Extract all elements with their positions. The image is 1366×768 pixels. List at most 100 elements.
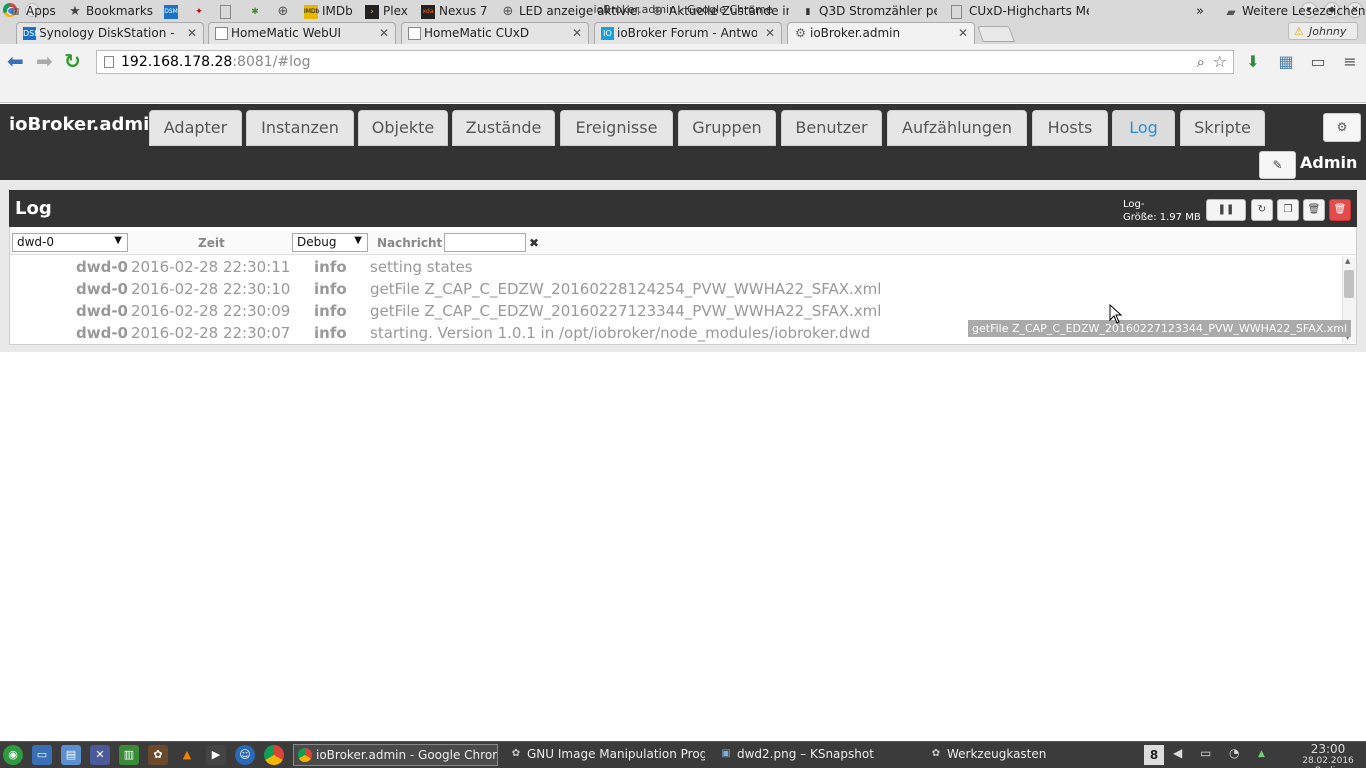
- delete-log-icon[interactable]: 🗑: [1329, 199, 1351, 221]
- bookmark-fritz[interactable]: ✦: [192, 4, 210, 20]
- forward-arrow-icon[interactable]: ➡: [36, 51, 53, 71]
- gimp-icon[interactable]: ✿: [148, 745, 168, 765]
- messenger-icon[interactable]: ☺: [235, 745, 255, 765]
- back-arrow-icon[interactable]: ⬅: [7, 51, 24, 71]
- bookmark-star-icon[interactable]: ☆: [1213, 52, 1227, 71]
- close-icon[interactable]: ✕: [187, 26, 197, 40]
- bookmark-bug[interactable]: ✱: [248, 4, 266, 20]
- task-ksnapshot[interactable]: ▣ dwd2.png – KSnapshot: [715, 744, 915, 766]
- code-editor-icon[interactable]: ✕: [90, 745, 110, 765]
- bookmark-page[interactable]: [220, 4, 238, 20]
- page-icon: [104, 56, 114, 68]
- tab-ereignisse[interactable]: Ereignisse: [560, 110, 673, 146]
- tab-log[interactable]: Log: [1112, 110, 1175, 146]
- dropdown-arrow-icon: ▼: [114, 235, 122, 246]
- edit-pencil-icon[interactable]: ✎: [1259, 151, 1296, 179]
- files-icon[interactable]: ▥: [119, 745, 139, 765]
- current-user: Admin: [1300, 153, 1358, 172]
- tab-hosts[interactable]: Hosts: [1032, 110, 1108, 146]
- volume-icon[interactable]: ◀: [1173, 746, 1182, 760]
- refresh-icon[interactable]: ↻: [1251, 199, 1273, 221]
- extension-icon[interactable]: ▦: [1276, 52, 1296, 72]
- scroll-up-icon[interactable]: ▲: [1345, 257, 1350, 265]
- battery-icon[interactable]: ▭: [1200, 746, 1211, 760]
- clear-filter-icon[interactable]: ✖: [529, 236, 539, 250]
- warning-icon: ⚠: [1294, 25, 1304, 38]
- profile-button[interactable]: ⚠ Johnny: [1288, 22, 1358, 40]
- bookmark-zustaende[interactable]: ⊕ Aktuelle Zustände in I: [651, 4, 789, 20]
- plex-icon: ›: [365, 5, 379, 19]
- tab-skripte[interactable]: Skripte: [1180, 110, 1265, 146]
- source-filter-select[interactable]: dwd-0 ▼: [12, 233, 128, 252]
- bookmark-apps[interactable]: ▦ Apps: [8, 4, 56, 20]
- task-gimp[interactable]: ✿ GNU Image Manipulation Progr: [505, 744, 705, 766]
- tab-aufzaehlungen[interactable]: Aufzählungen: [887, 110, 1027, 146]
- message-filter-input[interactable]: [444, 233, 526, 252]
- tray-expand-icon[interactable]: ▲: [1258, 749, 1265, 759]
- tab-adapter[interactable]: Adapter: [149, 110, 242, 146]
- bookmark-nexus[interactable]: xda Nexus 7: [421, 4, 488, 20]
- address-bar[interactable]: 192.168.178.28:8081/#log ⌕ ☆: [96, 50, 1234, 74]
- clear-log-icon[interactable]: 🗑: [1303, 199, 1325, 221]
- other-bookmarks[interactable]: ▰ Weitere Lesezeichen: [1224, 4, 1365, 20]
- close-icon[interactable]: ✕: [958, 26, 968, 40]
- page-icon: [220, 5, 231, 19]
- settings-gear-icon[interactable]: ⚙: [1323, 113, 1361, 142]
- clock[interactable]: 23:00 28.02.2016 Berlin: [1294, 742, 1362, 768]
- download-icon[interactable]: ⬇: [1243, 52, 1263, 72]
- start-menu-icon[interactable]: ◉: [3, 745, 23, 765]
- plus-circle-icon: ⊕: [277, 4, 289, 19]
- bookmark-cuxd[interactable]: CUxD-Highcharts Mer: [951, 4, 1089, 20]
- task-chrome[interactable]: ioBroker.admin - Google Chrom: [293, 744, 498, 766]
- level-filter-select[interactable]: Debug ▼: [292, 233, 368, 252]
- imdb-icon: IMDb: [304, 5, 319, 19]
- tab-benutzer[interactable]: Benutzer: [781, 110, 882, 146]
- close-icon[interactable]: ✕: [379, 26, 389, 40]
- bookmark-q3d[interactable]: ▮ Q3D Stromzähler per: [801, 4, 937, 20]
- message-tooltip: getFile Z_CAP_C_EDZW_20160227123344_PVW_…: [968, 320, 1352, 337]
- bookmark-led[interactable]: ⊕ LED anzeige aktiviere: [501, 4, 639, 20]
- pause-button[interactable]: ❚❚: [1206, 199, 1246, 221]
- bookmarks-overflow-button[interactable]: »: [1196, 4, 1204, 20]
- bookmark-plus[interactable]: ⊕: [276, 4, 294, 20]
- task-werkzeugkasten[interactable]: ✿ Werkzeugkasten: [925, 744, 1125, 766]
- url-host: 192.168.178.28: [121, 54, 233, 70]
- zoom-icon[interactable]: ⌕: [1197, 53, 1205, 71]
- close-icon[interactable]: ✕: [765, 26, 775, 40]
- chrome-icon[interactable]: [264, 745, 284, 765]
- screen: ioBroker.admin - Google Chrome ▾ ◆ ✕ DSM…: [0, 0, 1366, 768]
- image-icon: ▣: [721, 748, 731, 759]
- bookmark-folder[interactable]: ★ Bookmarks: [68, 4, 153, 20]
- tab-instanzen[interactable]: Instanzen: [246, 110, 354, 146]
- browser-tab[interactable]: DSM Synology DiskStation - dis ✕: [16, 22, 204, 44]
- keyboard-badge[interactable]: 8: [1144, 745, 1164, 765]
- menu-icon[interactable]: ≡: [1340, 52, 1360, 72]
- copy-icon[interactable]: ❐: [1277, 199, 1299, 221]
- close-icon[interactable]: ✕: [572, 26, 582, 40]
- log-title: Log: [15, 198, 52, 219]
- desktop-icon[interactable]: ▭: [32, 745, 52, 765]
- browser-tab[interactable]: HomeMatic CUxD ✕: [401, 22, 589, 44]
- reload-icon[interactable]: ↻: [64, 51, 81, 71]
- calculator-icon[interactable]: ▤: [61, 745, 81, 765]
- column-header-message: Nachricht: [377, 236, 443, 250]
- tab-objekte[interactable]: Objekte: [358, 110, 448, 146]
- url-path: :8081/#log: [232, 54, 311, 70]
- video-editor-icon[interactable]: ▶: [206, 745, 226, 765]
- bug-icon: ✱: [251, 7, 259, 17]
- tab-zustaende[interactable]: Zustände: [452, 110, 555, 146]
- wifi-icon[interactable]: ◔: [1229, 746, 1239, 760]
- cast-icon[interactable]: ▭: [1308, 52, 1328, 72]
- bookmarks-bar: [0, 78, 1366, 103]
- gimp-icon: ✿: [511, 748, 521, 759]
- bookmark-imdb[interactable]: IMDb IMDb: [304, 4, 353, 20]
- browser-tab[interactable]: HomeMatic WebUI ✕: [208, 22, 396, 44]
- bookmark-dsm[interactable]: DSM: [164, 4, 182, 20]
- browser-tab-active[interactable]: ⚙ ioBroker.admin ✕: [787, 22, 975, 44]
- tab-gruppen[interactable]: Gruppen: [678, 110, 776, 146]
- new-tab-button[interactable]: [977, 26, 1015, 42]
- bookmark-plex[interactable]: › Plex: [365, 4, 408, 20]
- vlc-icon[interactable]: ▲: [177, 745, 197, 765]
- scrollbar-thumb[interactable]: [1344, 270, 1354, 298]
- browser-tab[interactable]: IO ioBroker Forum - Antwort ✕: [594, 22, 782, 44]
